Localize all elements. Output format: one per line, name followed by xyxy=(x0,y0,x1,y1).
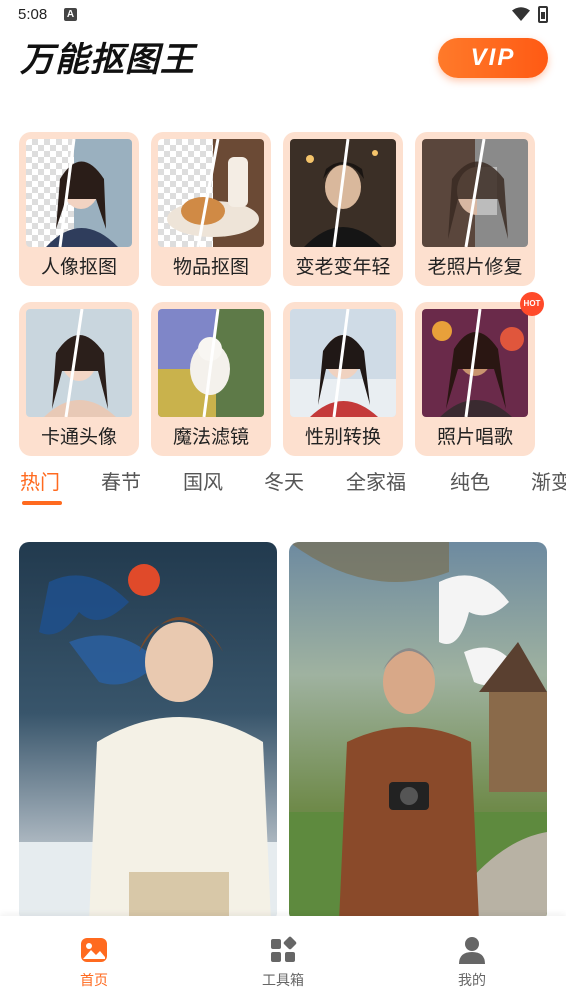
feature-label: 老照片修复 xyxy=(427,256,523,278)
magic-filter-thumbnail xyxy=(158,309,264,417)
nav-label: 工具箱 xyxy=(262,973,304,989)
tab-winter[interactable]: 冬天 xyxy=(264,466,304,495)
portrait-cutout-thumbnail xyxy=(26,139,132,247)
nav-home[interactable]: 首页 xyxy=(34,916,154,1006)
feature-label: 人像抠图 xyxy=(40,256,117,278)
hot-badge: HOT xyxy=(520,292,544,316)
feature-portrait-cutout[interactable]: 人像抠图 xyxy=(19,132,139,286)
nav-mine[interactable]: 我的 xyxy=(412,916,532,1006)
photo-sing-thumbnail xyxy=(422,309,528,417)
photo-restore-thumbnail xyxy=(422,139,528,247)
feature-photo-restore[interactable]: 老照片修复 xyxy=(415,132,535,286)
status-time: 5:08 xyxy=(18,6,48,23)
tab-spring-festival[interactable]: 春节 xyxy=(101,466,141,495)
nav-label: 我的 xyxy=(458,973,486,989)
feature-label: 卡通头像 xyxy=(40,426,117,448)
vip-button[interactable]: VIP xyxy=(438,38,548,78)
tab-gradient[interactable]: 渐变 xyxy=(531,466,566,495)
feature-magic-filter[interactable]: 魔法滤镜 xyxy=(151,302,271,456)
wifi-icon xyxy=(512,7,530,21)
template-card-winter-solstice[interactable] xyxy=(19,542,277,922)
spring-equinox-artwork xyxy=(289,542,547,922)
nav-toolbox[interactable]: 工具箱 xyxy=(223,916,343,1006)
category-tabs: 热门 春节 国风 冬天 全家福 纯色 渐变 xyxy=(0,466,566,506)
gender-swap-thumbnail xyxy=(290,309,396,417)
nav-label: 首页 xyxy=(80,973,108,989)
feature-label: 性别转换 xyxy=(304,426,381,448)
status-bar: 5:08 A xyxy=(0,0,566,30)
feature-object-cutout[interactable]: 物品抠图 xyxy=(151,132,271,286)
person-icon xyxy=(459,937,485,964)
toolbox-grid-icon xyxy=(271,936,297,962)
feature-gender-swap[interactable]: 性别转换 xyxy=(283,302,403,456)
tab-solid-color[interactable]: 纯色 xyxy=(450,466,490,495)
active-tab-indicator xyxy=(22,501,62,505)
feature-label: 魔法滤镜 xyxy=(172,426,249,448)
age-transform-thumbnail xyxy=(290,139,396,247)
bottom-navigation: 首页 工具箱 我的 xyxy=(0,916,566,1006)
tab-guofeng[interactable]: 国风 xyxy=(183,466,223,495)
feature-cartoon-avatar[interactable]: 卡通头像 xyxy=(19,302,139,456)
tab-hot[interactable]: 热门 xyxy=(20,466,60,495)
winter-solstice-artwork xyxy=(19,564,277,922)
home-image-icon xyxy=(81,938,107,962)
notification-a-icon: A xyxy=(64,8,77,21)
feature-label: 变老变年轻 xyxy=(295,256,391,278)
battery-icon xyxy=(538,6,548,23)
feature-photo-sing[interactable]: 照片唱歌 xyxy=(415,302,535,456)
feature-age-transform[interactable]: 变老变年轻 xyxy=(283,132,403,286)
object-cutout-thumbnail xyxy=(158,139,264,247)
template-card-spring-equinox[interactable] xyxy=(289,542,547,922)
feature-label: 照片唱歌 xyxy=(436,426,513,448)
feature-label: 物品抠图 xyxy=(172,256,249,278)
cartoon-avatar-thumbnail xyxy=(26,309,132,417)
app-title: 万能抠图王 xyxy=(20,40,195,80)
tab-family-photo[interactable]: 全家福 xyxy=(346,466,406,495)
